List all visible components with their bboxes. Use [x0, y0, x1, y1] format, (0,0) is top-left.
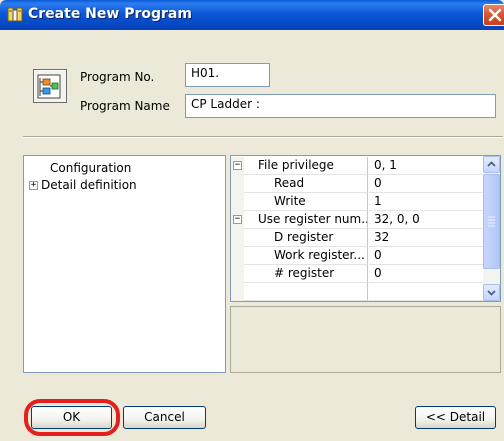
property-value[interactable]: 0 [369, 175, 483, 193]
property-row [231, 283, 483, 301]
title-bar[interactable]: Create New Program [0, 0, 504, 30]
scroll-up-button[interactable] [483, 156, 500, 173]
expand-icon[interactable]: + [29, 181, 38, 190]
window-title: Create New Program [28, 6, 192, 22]
program-name-label: Program Name [80, 99, 170, 113]
property-row[interactable]: Write 1 [231, 193, 483, 211]
property-value[interactable]: 1 [369, 193, 483, 211]
tree-item-detail-definition[interactable]: Detail definition [41, 178, 137, 192]
scroll-down-button[interactable] [483, 284, 500, 301]
property-name: Use register num... [244, 211, 368, 229]
program-icon [33, 69, 67, 103]
tree-item-configuration[interactable]: Configuration [50, 161, 131, 175]
property-value[interactable]: 0, 1 [369, 157, 483, 175]
property-row[interactable]: Work register... 0 [231, 247, 483, 265]
description-panel [230, 306, 501, 373]
app-icon [7, 7, 23, 22]
close-button[interactable] [483, 4, 504, 26]
create-new-program-dialog: Create New Program Program No. H01. Prog… [0, 0, 504, 441]
section-divider [23, 136, 503, 138]
property-value[interactable]: 32 [369, 229, 483, 247]
cancel-button[interactable]: Cancel [123, 406, 206, 429]
property-row[interactable]: Read 0 [231, 175, 483, 193]
property-name: File privilege [244, 157, 368, 175]
program-number-input[interactable]: H01. [185, 63, 270, 87]
property-value[interactable]: 0 [369, 247, 483, 265]
property-name: Write [244, 193, 368, 211]
property-name: D register [244, 229, 368, 247]
detail-button[interactable]: << Detail [415, 406, 496, 429]
property-name: # register [244, 265, 368, 283]
property-grid[interactable]: − File privilege 0, 1 Read 0 Write 1 − U… [230, 155, 501, 302]
chevron-down-icon [487, 290, 496, 296]
collapse-icon[interactable]: − [233, 161, 242, 170]
property-value[interactable]: 0 [369, 265, 483, 283]
grip-icon [488, 216, 495, 227]
program-number-label: Program No. [80, 70, 155, 84]
property-row[interactable]: D register 32 [231, 229, 483, 247]
property-row[interactable]: # register 0 [231, 265, 483, 283]
scroll-thumb[interactable] [483, 174, 500, 269]
chevron-up-icon [487, 161, 496, 167]
property-row[interactable]: − File privilege 0, 1 [231, 157, 483, 175]
property-name: Read [244, 175, 368, 193]
property-value[interactable]: 32, 0, 0 [369, 211, 483, 229]
ok-button-highlight [24, 399, 120, 436]
property-grid-scrollbar[interactable] [483, 156, 500, 301]
collapse-icon[interactable]: − [233, 215, 242, 224]
close-icon [488, 8, 502, 22]
configuration-tree[interactable]: Configuration + Detail definition [23, 155, 226, 373]
property-name: Work register... [244, 247, 368, 265]
property-row[interactable]: − Use register num... 32, 0, 0 [231, 211, 483, 229]
program-name-input[interactable]: CP Ladder : [185, 94, 496, 118]
